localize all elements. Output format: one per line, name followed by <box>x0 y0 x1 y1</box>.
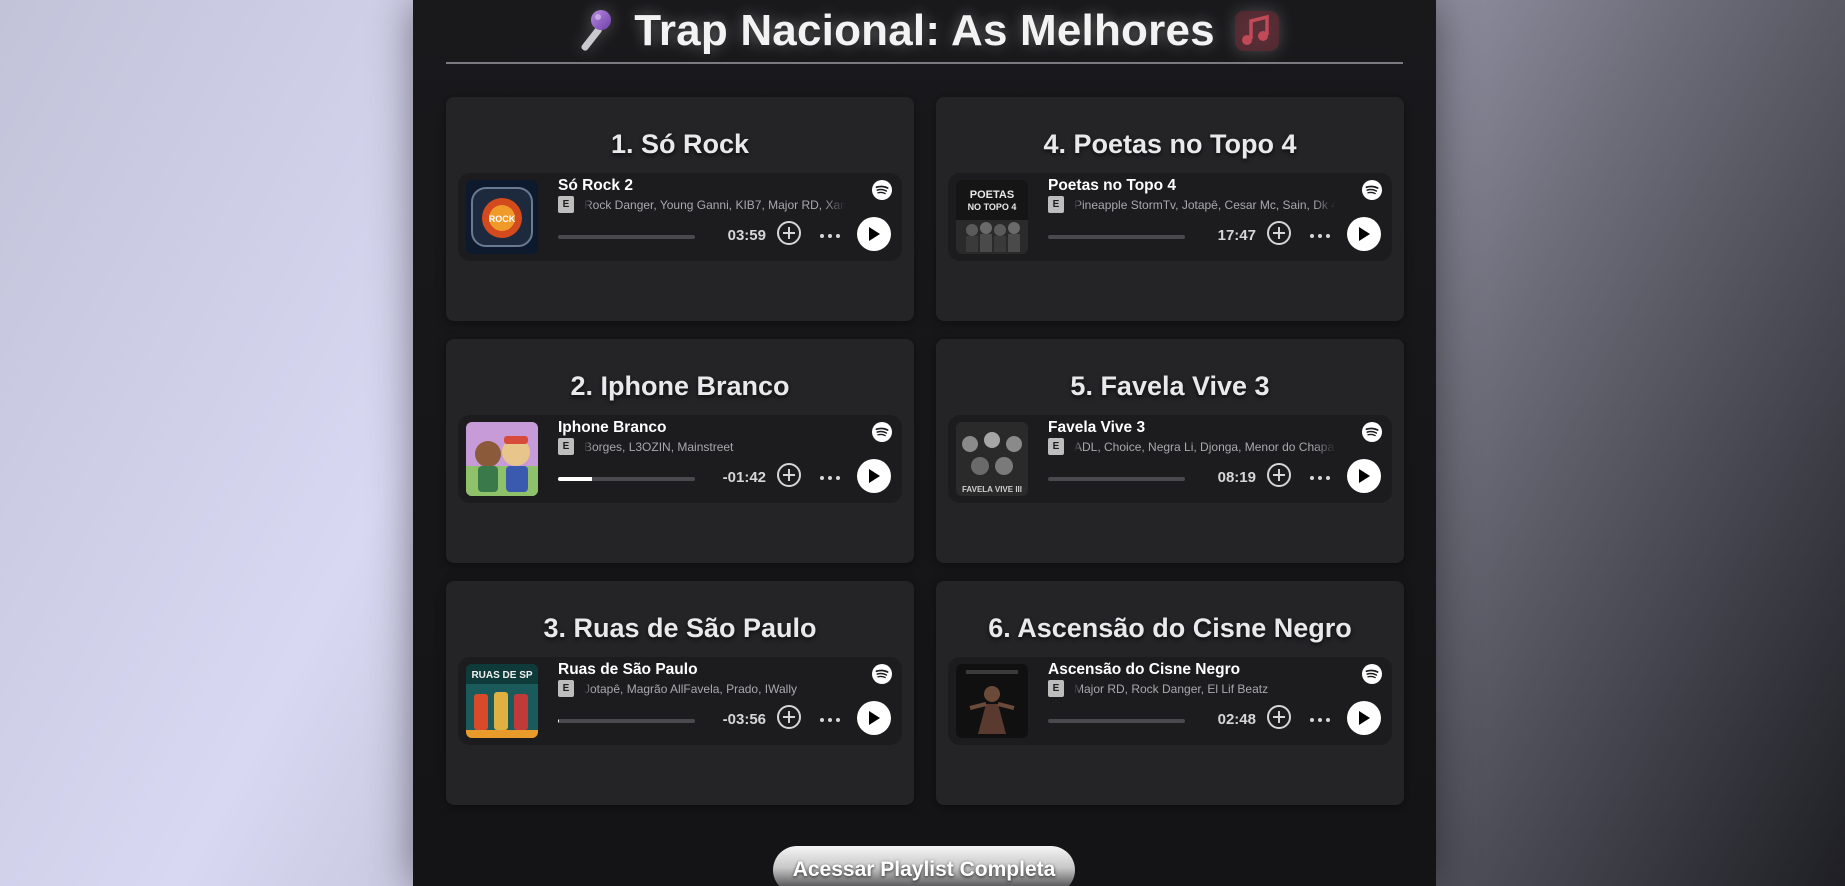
track-artists[interactable]: Rock Danger, Young Ganni, KIB7, Major RD… <box>584 196 846 214</box>
playlist-card: 3. Ruas de São Paulo RUAS DE SP Ruas de … <box>446 581 914 805</box>
svg-text:RUAS DE SP: RUAS DE SP <box>471 670 532 681</box>
album-cover[interactable] <box>956 664 1028 738</box>
add-to-library-icon[interactable] <box>1266 704 1292 730</box>
progress-bar[interactable] <box>558 477 695 481</box>
musical-notes-icon <box>1233 7 1281 55</box>
open-full-playlist-button[interactable]: Acessar Playlist Completa <box>773 846 1075 886</box>
page-title: Trap Nacional: As Melhores <box>634 6 1215 55</box>
track-artists[interactable]: ADL, Choice, Negra Li, Djonga, Menor do … <box>1074 438 1336 456</box>
card-title: 1. Só Rock <box>610 129 750 159</box>
progress-bar[interactable] <box>558 235 695 239</box>
svg-text:ROCK: ROCK <box>489 214 516 224</box>
play-icon <box>869 227 880 241</box>
playlist-card: 1. Só Rock ROCK Só Rock 2 E Rock Danger,… <box>446 97 914 321</box>
spotify-embed-player[interactable]: FAVELA VIVE III Favela Vive 3 E ADL, Cho… <box>948 415 1392 503</box>
track-title[interactable]: Favela Vive 3 <box>1048 419 1145 437</box>
play-button[interactable] <box>1347 459 1381 493</box>
album-cover[interactable]: ROCK <box>466 180 538 254</box>
track-time: 17:47 <box>1217 227 1256 244</box>
track-time: -03:56 <box>722 711 766 728</box>
explicit-badge: E <box>1048 680 1064 697</box>
spotify-embed-player[interactable]: Ascensão do Cisne Negro E Major RD, Rock… <box>948 657 1392 745</box>
spotify-logo-icon[interactable] <box>1362 664 1382 684</box>
play-icon <box>869 469 880 483</box>
track-time: 02:48 <box>1217 711 1256 728</box>
more-options-icon[interactable] <box>1306 704 1334 730</box>
track-artists[interactable]: Major RD, Rock Danger, El Lif Beatz <box>1074 680 1336 698</box>
more-options-icon[interactable] <box>1306 220 1334 246</box>
spotify-embed-player[interactable]: RUAS DE SP Ruas de São Paulo E Jotapê, M… <box>458 657 902 745</box>
spotify-logo-icon[interactable] <box>1362 422 1382 442</box>
track-title[interactable]: Só Rock 2 <box>558 177 633 195</box>
spotify-embed-player[interactable]: POETAS NO TOPO 4 Poetas no Topo 4 E Pine… <box>948 173 1392 261</box>
play-button[interactable] <box>857 217 891 251</box>
add-to-library-icon[interactable] <box>776 462 802 488</box>
album-cover[interactable]: POETAS NO TOPO 4 <box>956 180 1028 254</box>
card-title: 5. Favela Vive 3 <box>1070 371 1270 401</box>
play-icon <box>1359 227 1370 241</box>
more-options-icon[interactable] <box>816 220 844 246</box>
play-button[interactable] <box>857 459 891 493</box>
play-button[interactable] <box>1347 701 1381 735</box>
track-time: 03:59 <box>727 227 766 244</box>
play-icon <box>1359 711 1370 725</box>
play-button[interactable] <box>857 701 891 735</box>
spotify-embed-player[interactable]: Iphone Branco E Borges, L3OZIN, Mainstre… <box>458 415 902 503</box>
playlist-grid: 1. Só Rock ROCK Só Rock 2 E Rock Danger,… <box>446 97 1404 805</box>
track-artists[interactable]: Jotapê, Magrão AllFavela, Prado, IWally <box>584 680 846 698</box>
explicit-badge: E <box>558 680 574 697</box>
add-to-library-icon[interactable] <box>1266 462 1292 488</box>
more-options-icon[interactable] <box>1306 462 1334 488</box>
add-to-library-icon[interactable] <box>1266 220 1292 246</box>
spotify-logo-icon[interactable] <box>872 664 892 684</box>
playlist-card: 4. Poetas no Topo 4 POETAS NO TOPO 4 Poe… <box>936 97 1404 321</box>
card-title: 4. Poetas no Topo 4 <box>1043 129 1297 159</box>
progress-bar[interactable] <box>558 719 695 723</box>
more-options-icon[interactable] <box>816 462 844 488</box>
spotify-embed-player[interactable]: ROCK Só Rock 2 E Rock Danger, Young Gann… <box>458 173 902 261</box>
album-cover[interactable]: RUAS DE SP <box>466 664 538 738</box>
playlist-card: 5. Favela Vive 3 FAVELA VIVE III Favela … <box>936 339 1404 563</box>
album-cover[interactable] <box>466 422 538 496</box>
track-artists[interactable]: Pineapple StormTv, Jotapê, Cesar Mc, Sai… <box>1074 196 1336 214</box>
page-header: Trap Nacional: As Melhores <box>446 0 1403 64</box>
track-title[interactable]: Poetas no Topo 4 <box>1048 177 1176 195</box>
card-title: 3. Ruas de São Paulo <box>543 613 817 643</box>
more-options-icon[interactable] <box>816 704 844 730</box>
track-time: -01:42 <box>722 469 766 486</box>
progress-bar[interactable] <box>1048 719 1185 723</box>
explicit-badge: E <box>1048 438 1064 455</box>
progress-bar[interactable] <box>1048 235 1185 239</box>
card-title: 2. Iphone Branco <box>570 371 790 401</box>
track-title[interactable]: Ruas de São Paulo <box>558 661 698 679</box>
svg-text:POETAS: POETAS <box>970 189 1014 201</box>
svg-text:FAVELA VIVE III: FAVELA VIVE III <box>962 485 1022 494</box>
spotify-logo-icon[interactable] <box>872 180 892 200</box>
add-to-library-icon[interactable] <box>776 220 802 246</box>
play-icon <box>869 711 880 725</box>
playlist-card: 2. Iphone Branco Iphone Branco E Borges,… <box>446 339 914 563</box>
playlist-card: 6. Ascensão do Cisne Negro Ascensão do C… <box>936 581 1404 805</box>
progress-fill <box>558 719 560 723</box>
track-time: 08:19 <box>1217 469 1256 486</box>
track-title[interactable]: Iphone Branco <box>558 419 667 437</box>
spotify-logo-icon[interactable] <box>872 422 892 442</box>
explicit-badge: E <box>1048 196 1064 213</box>
explicit-badge: E <box>558 196 574 213</box>
album-cover[interactable]: FAVELA VIVE III <box>956 422 1028 496</box>
track-title[interactable]: Ascensão do Cisne Negro <box>1048 661 1240 679</box>
progress-fill <box>558 477 593 481</box>
play-button[interactable] <box>1347 217 1381 251</box>
playlist-page: Trap Nacional: As Melhores 1. Só Rock RO… <box>413 0 1436 886</box>
svg-text:NO TOPO 4: NO TOPO 4 <box>968 202 1017 212</box>
explicit-badge: E <box>558 438 574 455</box>
spotify-logo-icon[interactable] <box>1362 180 1382 200</box>
microphone-icon <box>568 7 616 55</box>
track-artists[interactable]: Borges, L3OZIN, Mainstreet <box>584 438 846 456</box>
progress-bar[interactable] <box>1048 477 1185 481</box>
add-to-library-icon[interactable] <box>776 704 802 730</box>
play-icon <box>1359 469 1370 483</box>
card-title: 6. Ascensão do Cisne Negro <box>988 613 1352 643</box>
